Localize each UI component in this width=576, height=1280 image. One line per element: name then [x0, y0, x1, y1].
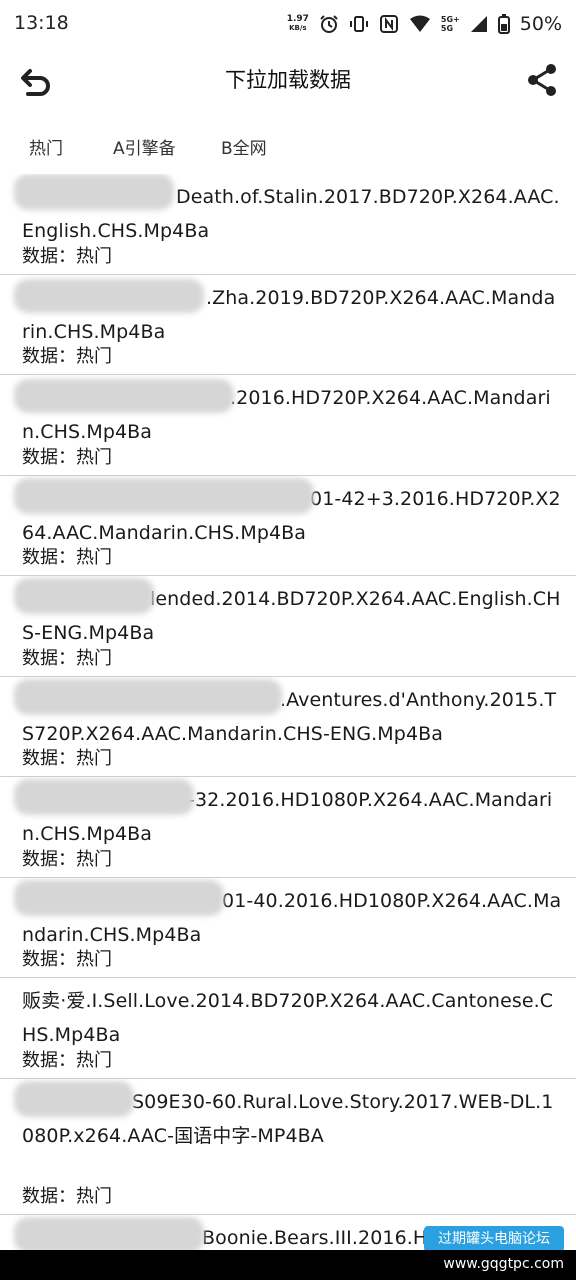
- list-item[interactable]: .Aventures.d'Anthony.2015.TS720P.X264.AA…: [0, 677, 576, 777]
- list-item[interactable]: Death.of.Stalin.2017.BD720P.X264.AAC.Eng…: [0, 174, 576, 275]
- vibrate-icon: [349, 14, 369, 34]
- wifi-icon: [409, 15, 431, 33]
- list-item[interactable]: lended.2014.BD720P.X264.AAC.English.CHS-…: [0, 576, 576, 677]
- redacted-block: [14, 1216, 204, 1250]
- list-item[interactable]: .2016.HD720P.X264.AAC.Mandarin.CHS.Mp4Ba…: [0, 375, 576, 476]
- list-item[interactable]: -32.2016.HD1080P.X264.AAC.Mandarin.CHS.M…: [0, 777, 576, 878]
- share-icon: [528, 64, 556, 96]
- watermark-badge: 过期罐头电脑论坛: [424, 1226, 564, 1252]
- list-item[interactable]: S09E30-60.Rural.Love.Story.2017.WEB-DL.1…: [0, 1079, 576, 1215]
- tab-a-engine[interactable]: A引擎备: [113, 134, 176, 159]
- status-time: 13:18: [14, 12, 69, 34]
- nfc-icon: [379, 14, 399, 34]
- results-list[interactable]: Death.of.Stalin.2017.BD720P.X264.AAC.Eng…: [0, 174, 576, 1250]
- redacted-block: [14, 578, 154, 614]
- redacted-block: [14, 174, 174, 210]
- page-title: 下拉加载数据: [225, 68, 351, 92]
- item-meta: 数据：热门: [22, 245, 112, 267]
- app-bar: 下拉加载数据: [0, 48, 576, 112]
- cellular-signal: 5G+ 5G: [440, 15, 460, 33]
- status-icons: 1.97 KB/s 5G+ 5G 50%: [287, 10, 562, 38]
- redacted-block: [14, 678, 282, 715]
- redacted-block: [14, 379, 234, 413]
- item-meta: 数据：热门: [22, 1185, 112, 1207]
- tab-b-full-network[interactable]: B全网: [221, 134, 267, 159]
- item-meta: 数据：热门: [22, 346, 112, 367]
- item-meta: 数据：热门: [22, 949, 112, 970]
- tab-bar: 热门 A引擎备 B全网: [0, 122, 576, 170]
- net-speed: 1.97 KB/s: [286, 14, 309, 33]
- list-item[interactable]: 01-42+3.2016.HD720P.X264.AAC.Mandarin.CH…: [0, 476, 576, 576]
- redacted-block: [14, 1080, 134, 1117]
- item-meta: 数据：热门: [22, 647, 112, 669]
- redacted-block: [14, 278, 204, 313]
- item-meta: 数据：热门: [22, 848, 112, 870]
- battery-percent: 50%: [519, 13, 562, 35]
- item-title: 贩卖·爱.I.Sell.Love.2014.BD720P.X264.AAC.Ca…: [22, 990, 554, 1046]
- battery-icon: [497, 14, 510, 34]
- watermark-url: www.gqgtpc.com: [443, 1256, 564, 1272]
- list-item[interactable]: 01-40.2016.HD1080P.X264.AAC.Mandarin.CHS…: [0, 878, 576, 978]
- item-meta: 数据：热门: [22, 547, 112, 568]
- item-meta: 数据：热门: [22, 446, 112, 468]
- tab-hot[interactable]: 热门: [29, 134, 63, 159]
- list-item[interactable]: 贩卖·爱.I.Sell.Love.2014.BD720P.X264.AAC.Ca…: [0, 978, 576, 1079]
- item-meta: 数据：热门: [22, 1049, 112, 1071]
- signal-bars-icon: [470, 15, 488, 33]
- alarm-icon: [319, 14, 339, 34]
- share-button[interactable]: [524, 62, 560, 98]
- list-item[interactable]: .Zha.2019.BD720P.X264.AAC.Mandarin.CHS.M…: [0, 275, 576, 375]
- status-bar: 13:18 1.97 KB/s 5G+ 5G 50%: [0, 0, 576, 48]
- item-meta: 数据：热门: [22, 748, 112, 769]
- redacted-block: [14, 779, 194, 815]
- redacted-block: [14, 879, 224, 916]
- redacted-block: [14, 477, 314, 514]
